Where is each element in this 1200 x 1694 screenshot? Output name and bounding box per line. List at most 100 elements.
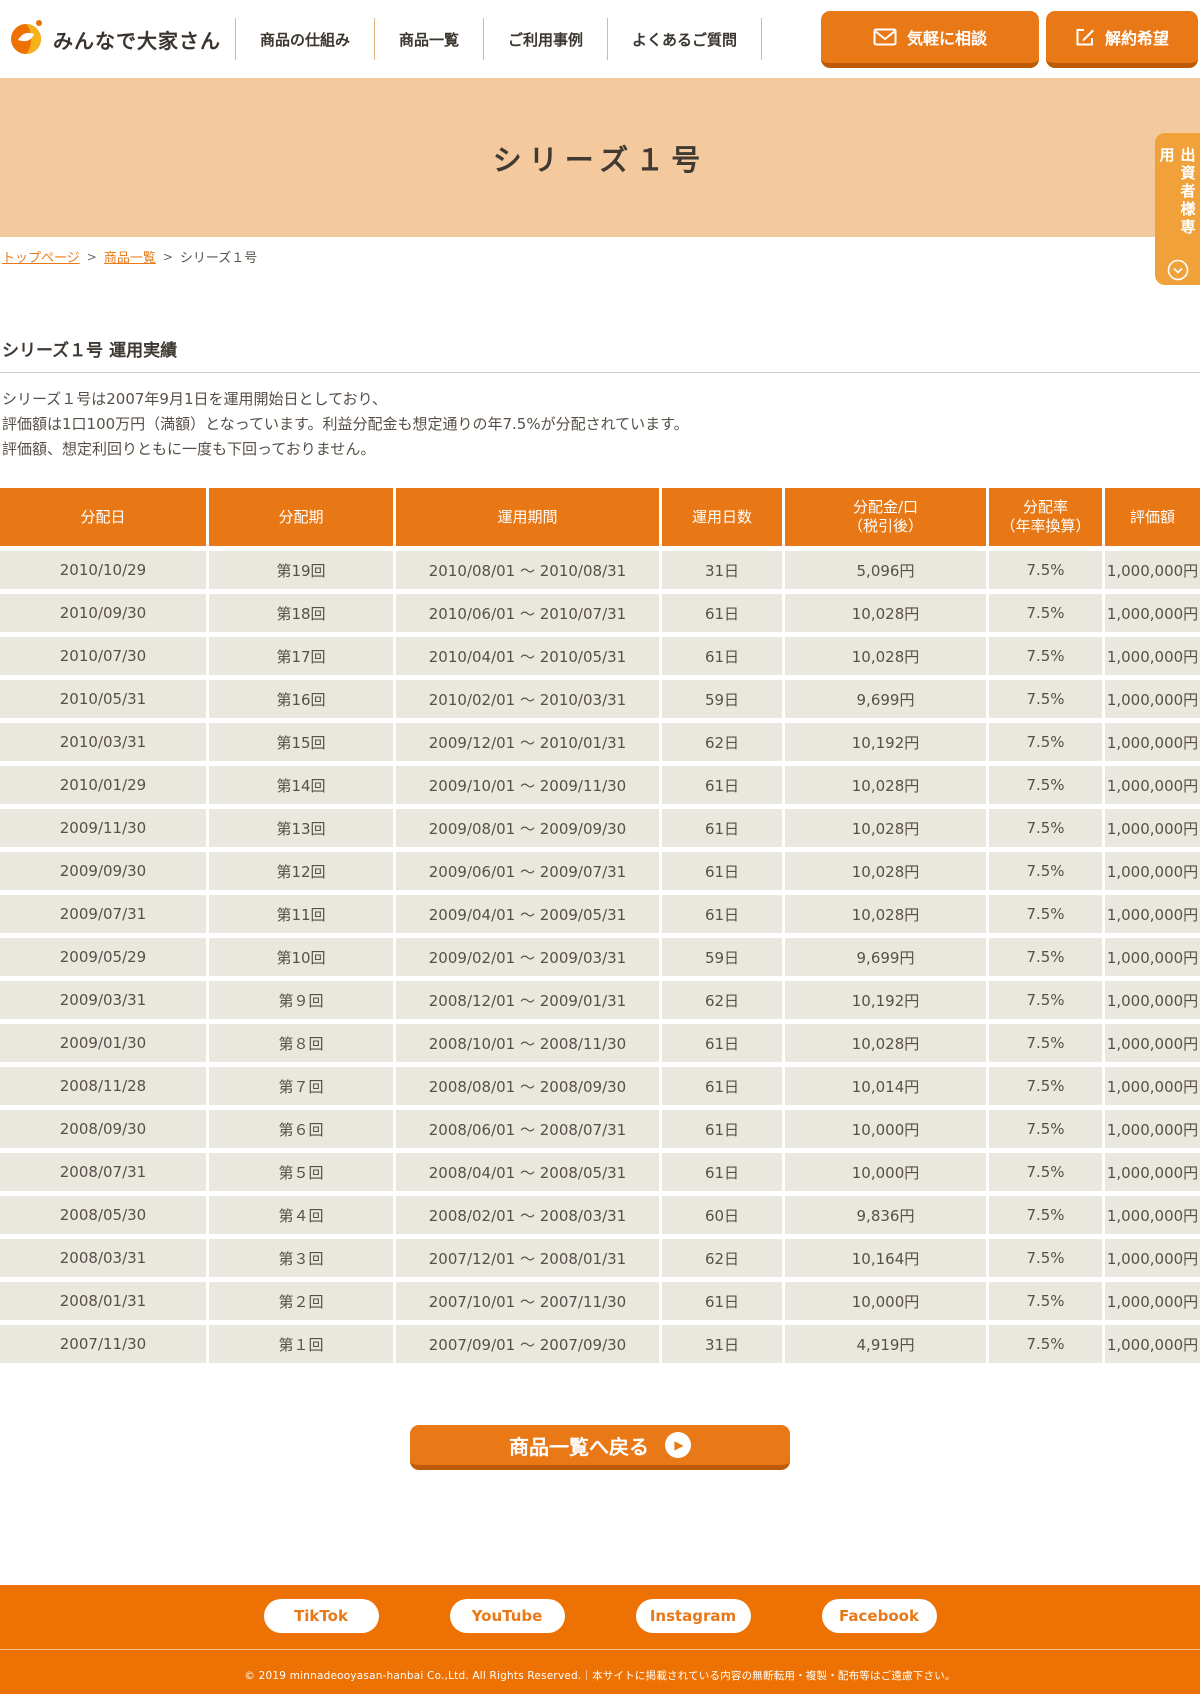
social-link-tiktok[interactable]: TikTok	[264, 1599, 379, 1633]
cell-distribution-date: 2009/03/31	[0, 981, 206, 1019]
social-link-instagram[interactable]: Instagram	[636, 1599, 751, 1633]
nav-item-faq[interactable]: よくあるご質問	[607, 18, 761, 60]
footer: TikTok YouTube Instagram Facebook © 2019…	[0, 1585, 1200, 1694]
cell-distribution-period: 第10回	[209, 938, 393, 976]
table-header-row: 分配日 分配期 運用期間 運用日数 分配金/口 （税引後） 分配率 （年率換算）…	[0, 488, 1200, 546]
cell-distribution-per-unit: 4,919円	[785, 1325, 986, 1363]
cell-distribution-period: 第３回	[209, 1239, 393, 1277]
social-link-youtube[interactable]: YouTube	[450, 1599, 565, 1633]
cell-operation-period: 2007/10/01 ～ 2007/11/30	[396, 1282, 659, 1320]
breadcrumb-current: シリーズ１号	[180, 247, 257, 266]
cell-operation-period: 2009/12/01 ～ 2010/01/31	[396, 723, 659, 761]
cell-distribution-period: 第２回	[209, 1282, 393, 1320]
cell-operation-period: 2007/12/01 ～ 2008/01/31	[396, 1239, 659, 1277]
social-link-facebook[interactable]: Facebook	[822, 1599, 937, 1633]
breadcrumb-home-link[interactable]: トップページ	[2, 247, 80, 266]
cell-valuation: 1,000,000円	[1105, 1024, 1200, 1062]
cell-distribution-date: 2008/09/30	[0, 1110, 206, 1148]
cell-distribution-per-unit: 5,096円	[785, 551, 986, 589]
cell-distribution-per-unit: 9,699円	[785, 938, 986, 976]
investor-tab[interactable]: 出資者様専用	[1155, 133, 1200, 285]
intro-line: 評価額は1口100万円（満額）となっています。利益分配金も想定通りの年7.5%が…	[2, 412, 1200, 437]
cell-distribution-period: 第17回	[209, 637, 393, 675]
cell-distribution-period: 第７回	[209, 1067, 393, 1105]
cell-operation-period: 2010/06/01 ～ 2010/07/31	[396, 594, 659, 632]
cell-distribution-per-unit: 10,192円	[785, 723, 986, 761]
investor-tab-label: 出資者様専用	[1157, 147, 1199, 251]
cell-distribution-rate: 7.5%	[989, 680, 1102, 718]
back-button-container: 商品一覧へ戻る ▶	[0, 1425, 1200, 1470]
cell-distribution-rate: 7.5%	[989, 1282, 1102, 1320]
table-row: 2008/03/31 第３回 2007/12/01 ～ 2008/01/31 6…	[0, 1239, 1200, 1277]
edit-icon	[1075, 27, 1095, 47]
cell-operation-days: 61日	[662, 766, 782, 804]
cell-distribution-rate: 7.5%	[989, 895, 1102, 933]
table-row: 2009/05/29 第10回 2009/02/01 ～ 2009/03/31 …	[0, 938, 1200, 976]
cell-distribution-period: 第16回	[209, 680, 393, 718]
consult-button[interactable]: 気軽に相談	[821, 11, 1039, 68]
cell-operation-days: 60日	[662, 1196, 782, 1234]
column-header-distribution-period: 分配期	[209, 488, 393, 546]
table-row: 2008/09/30 第６回 2008/06/01 ～ 2008/07/31 6…	[0, 1110, 1200, 1148]
top-bar: みんなで大家さん 商品の仕組み 商品一覧 ご利用事例 よくあるご質問 気軽に相談	[0, 0, 1200, 78]
cell-operation-days: 61日	[662, 852, 782, 890]
page: みんなで大家さん 商品の仕組み 商品一覧 ご利用事例 よくあるご質問 気軽に相談	[0, 0, 1200, 1694]
cell-operation-days: 61日	[662, 895, 782, 933]
cell-distribution-period: 第19回	[209, 551, 393, 589]
nav-item-product-structure[interactable]: 商品の仕組み	[235, 18, 374, 60]
cell-operation-period: 2008/10/01 ～ 2008/11/30	[396, 1024, 659, 1062]
cell-distribution-date: 2007/11/30	[0, 1325, 206, 1363]
cell-distribution-period: 第８回	[209, 1024, 393, 1062]
cell-distribution-period: 第１回	[209, 1325, 393, 1363]
cell-distribution-period: 第５回	[209, 1153, 393, 1191]
cell-distribution-rate: 7.5%	[989, 938, 1102, 976]
cell-distribution-period: 第18回	[209, 594, 393, 632]
table-row: 2010/05/31 第16回 2010/02/01 ～ 2010/03/31 …	[0, 680, 1200, 718]
cell-distribution-per-unit: 10,028円	[785, 809, 986, 847]
intro-line: シリーズ１号は2007年9月1日を運用開始日としており、	[2, 387, 1200, 412]
table-row: 2008/05/30 第４回 2008/02/01 ～ 2008/03/31 6…	[0, 1196, 1200, 1234]
cell-valuation: 1,000,000円	[1105, 551, 1200, 589]
cell-distribution-rate: 7.5%	[989, 809, 1102, 847]
cell-valuation: 1,000,000円	[1105, 1153, 1200, 1191]
back-to-product-list-button[interactable]: 商品一覧へ戻る ▶	[410, 1425, 790, 1470]
cell-valuation: 1,000,000円	[1105, 852, 1200, 890]
table-row: 2008/01/31 第２回 2007/10/01 ～ 2007/11/30 6…	[0, 1282, 1200, 1320]
nav-item-use-cases[interactable]: ご利用事例	[483, 18, 607, 60]
nav-item-product-list[interactable]: 商品一覧	[374, 18, 483, 60]
cell-valuation: 1,000,000円	[1105, 1196, 1200, 1234]
table-row: 2010/07/30 第17回 2010/04/01 ～ 2010/05/31 …	[0, 637, 1200, 675]
cell-operation-days: 61日	[662, 1067, 782, 1105]
cell-distribution-date: 2009/07/31	[0, 895, 206, 933]
cell-operation-days: 61日	[662, 809, 782, 847]
table-row: 2008/11/28 第７回 2008/08/01 ～ 2008/09/30 6…	[0, 1067, 1200, 1105]
cell-distribution-per-unit: 10,000円	[785, 1282, 986, 1320]
cell-distribution-per-unit: 10,000円	[785, 1153, 986, 1191]
cell-distribution-date: 2010/09/30	[0, 594, 206, 632]
cell-distribution-date: 2009/01/30	[0, 1024, 206, 1062]
intro-line: 評価額、想定利回りともに一度も下回っておりません。	[2, 437, 1200, 462]
cell-distribution-date: 2009/09/30	[0, 852, 206, 890]
cell-distribution-date: 2008/01/31	[0, 1282, 206, 1320]
cell-distribution-per-unit: 10,028円	[785, 1024, 986, 1062]
cell-operation-days: 31日	[662, 1325, 782, 1363]
cell-valuation: 1,000,000円	[1105, 1325, 1200, 1363]
cell-distribution-per-unit: 9,836円	[785, 1196, 986, 1234]
hero-banner: シリーズ１号	[0, 78, 1200, 237]
cell-valuation: 1,000,000円	[1105, 637, 1200, 675]
cell-operation-period: 2009/02/01 ～ 2009/03/31	[396, 938, 659, 976]
cell-distribution-period: 第４回	[209, 1196, 393, 1234]
cell-valuation: 1,000,000円	[1105, 1239, 1200, 1277]
cell-operation-days: 61日	[662, 1282, 782, 1320]
footer-divider	[0, 1649, 1200, 1650]
cell-distribution-rate: 7.5%	[989, 1153, 1102, 1191]
cell-operation-period: 2008/02/01 ～ 2008/03/31	[396, 1196, 659, 1234]
cell-distribution-rate: 7.5%	[989, 1110, 1102, 1148]
brand-name: みんなで大家さん	[53, 25, 221, 54]
cell-distribution-rate: 7.5%	[989, 551, 1102, 589]
brand-logo[interactable]: みんなで大家さん	[8, 18, 221, 60]
cancel-request-button[interactable]: 解約希望	[1046, 11, 1198, 68]
cell-distribution-per-unit: 10,028円	[785, 852, 986, 890]
breadcrumb-product-list-link[interactable]: 商品一覧	[104, 247, 156, 266]
brand-logo-icon	[8, 18, 46, 60]
